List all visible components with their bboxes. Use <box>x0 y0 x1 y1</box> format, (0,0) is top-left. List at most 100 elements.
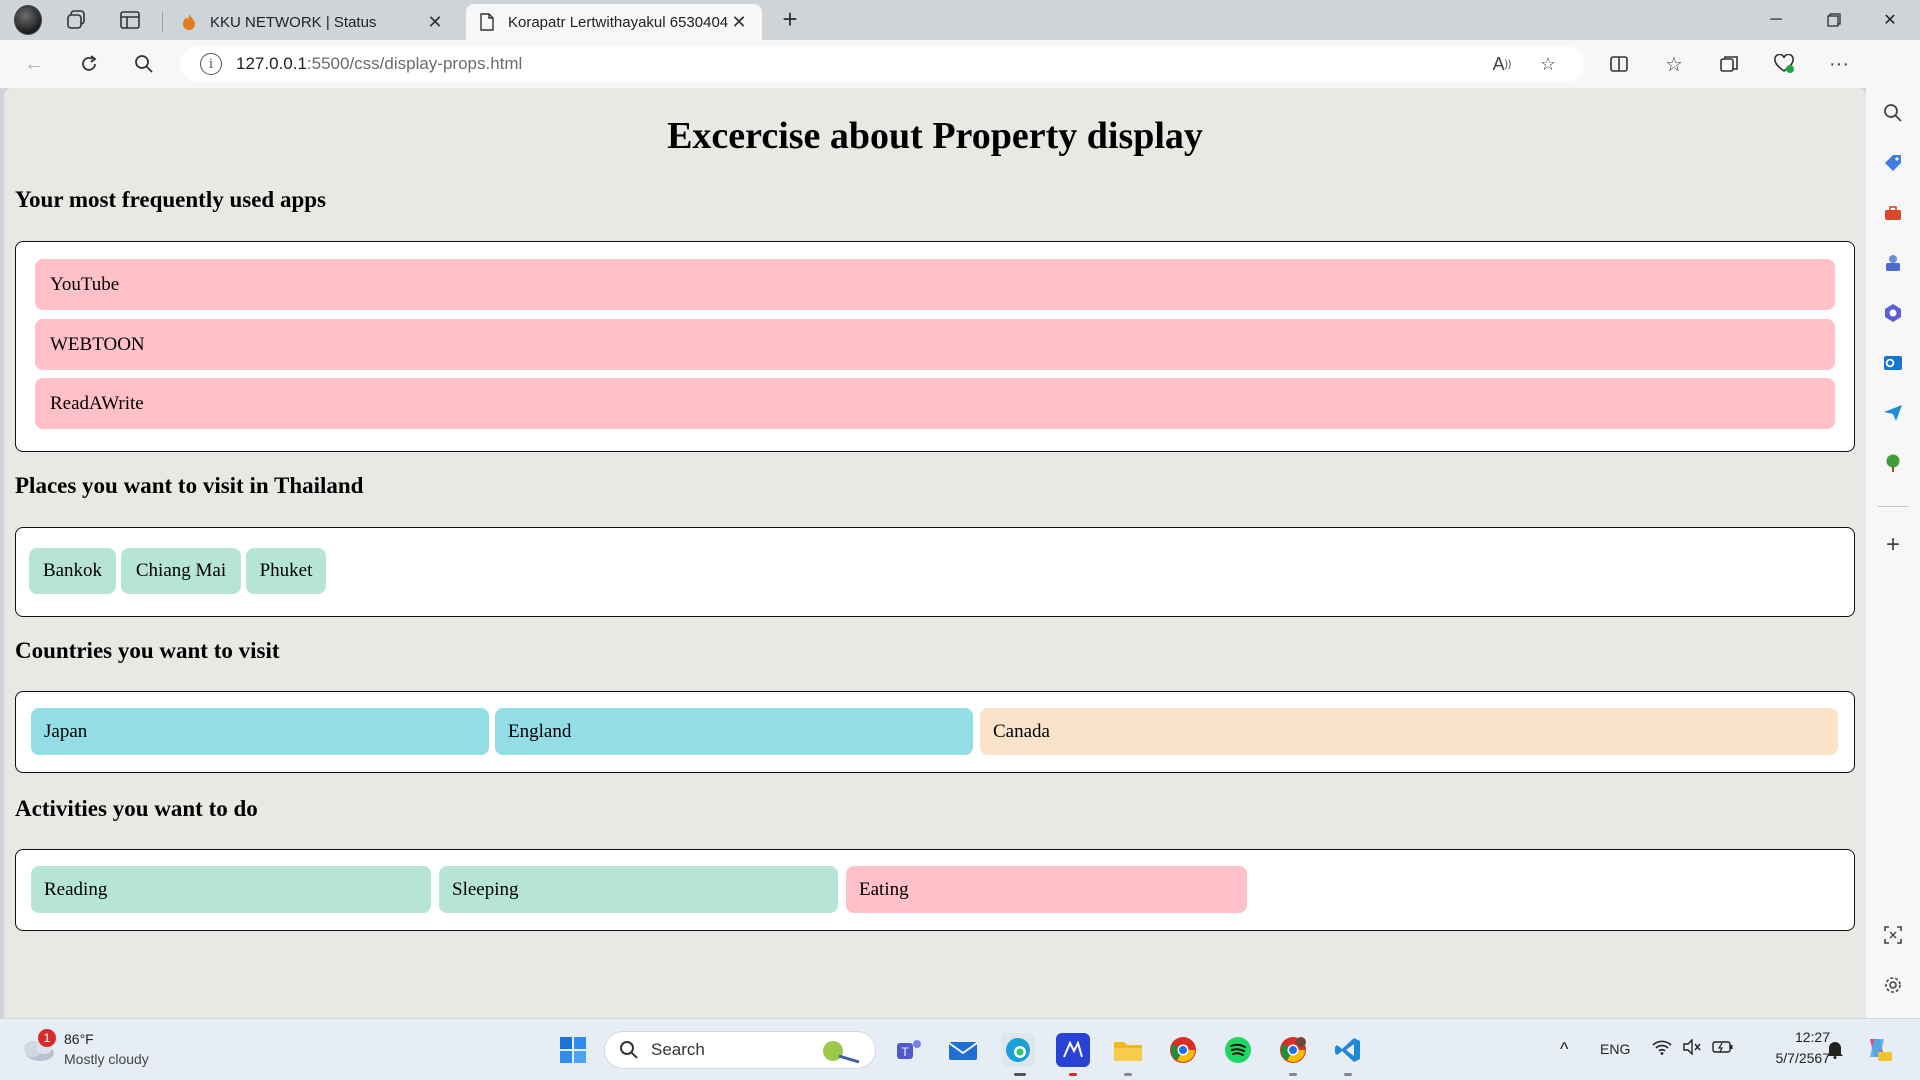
clock-date[interactable]: 5/7/2567 <box>1752 1050 1831 1066</box>
editor-app-icon[interactable] <box>1056 1033 1090 1067</box>
url-host: 127.0.0.1 <box>236 54 307 73</box>
restore-button[interactable] <box>1806 0 1862 40</box>
tree-icon[interactable] <box>1878 448 1908 478</box>
tools-icon[interactable] <box>1878 198 1908 228</box>
navigation-bar: ← i 127.0.0.1:5500/css/display-props.htm… <box>0 40 1920 88</box>
games-icon[interactable] <box>1878 248 1908 278</box>
tab-title: Korapatr Lertwithayakul 6530404 <box>508 13 728 31</box>
tab-separator <box>162 12 163 32</box>
page-viewport: Excercise about Property display Your mo… <box>4 88 1866 1018</box>
list-item: Eating <box>846 866 1247 913</box>
notification-bell-icon[interactable] <box>1826 1039 1844 1062</box>
teams-icon[interactable]: T <box>892 1033 926 1067</box>
spotify-icon[interactable] <box>1221 1033 1255 1067</box>
windows-taskbar: 1 86°F Mostly cloudy Search T ^ ENG 12:2… <box>0 1018 1920 1080</box>
file-explorer-icon[interactable] <box>1111 1033 1145 1067</box>
new-tab-button[interactable]: + <box>776 6 804 34</box>
running-indicator <box>1124 1073 1132 1076</box>
countries-list: Japan England Canada <box>15 691 1855 773</box>
more-options-icon[interactable]: ··· <box>1823 48 1855 80</box>
tab-strip: KKU NETWORK | Status ✕ Korapatr Lertwith… <box>0 0 1920 40</box>
favorite-star-icon[interactable]: ☆ <box>1530 46 1566 82</box>
list-item: Phuket <box>246 548 326 594</box>
outlook-icon[interactable] <box>1878 348 1908 378</box>
search-icon[interactable] <box>128 48 160 80</box>
tab-display-props[interactable]: Korapatr Lertwithayakul 6530404 ✕ <box>466 4 762 40</box>
weather-badge: 1 <box>38 1029 56 1047</box>
shopping-tag-icon[interactable] <box>1878 148 1908 178</box>
volume-muted-icon[interactable] <box>1682 1038 1702 1058</box>
url-path: :5500/css/display-props.html <box>306 54 523 73</box>
send-icon[interactable] <box>1878 398 1908 428</box>
places-list: Bankok Chiang Mai Phuket <box>15 527 1855 617</box>
collections-icon[interactable] <box>1713 48 1745 80</box>
taskbar-search-input[interactable]: Search <box>604 1031 876 1069</box>
windows-start-icon[interactable] <box>556 1033 590 1067</box>
countries-heading: Countries you want to visit <box>15 638 280 663</box>
list-item: Canada <box>980 708 1838 755</box>
minimize-button[interactable]: ─ <box>1748 0 1804 40</box>
avatar <box>14 5 42 35</box>
list-item: Japan <box>31 708 489 755</box>
edge-sidebar: + <box>1866 40 1920 1018</box>
tab-kku-network[interactable]: KKU NETWORK | Status ✕ <box>168 4 458 40</box>
address-bar[interactable]: i 127.0.0.1:5500/css/display-props.html … <box>180 46 1584 82</box>
places-heading: Places you want to visit in Thailand <box>15 473 364 498</box>
search-icon <box>620 1041 638 1059</box>
chrome-icon[interactable] <box>1166 1033 1200 1067</box>
chrome-profile-icon[interactable] <box>1276 1033 1310 1067</box>
browser-essentials-icon[interactable] <box>1768 48 1800 80</box>
chevron-up-icon[interactable]: ^ <box>1560 1039 1568 1060</box>
clock-time[interactable]: 12:27 <box>1758 1029 1830 1045</box>
running-indicator <box>1344 1073 1352 1076</box>
wifi-icon[interactable] <box>1652 1039 1672 1058</box>
vertical-tabs-icon[interactable] <box>116 6 144 34</box>
list-item: Sleeping <box>439 866 838 913</box>
running-indicator <box>1014 1073 1026 1076</box>
copilot-icon[interactable] <box>1864 1035 1892 1066</box>
edge-browser-icon[interactable] <box>1001 1033 1035 1067</box>
battery-icon[interactable] <box>1712 1039 1734 1058</box>
list-item: Bankok <box>29 548 116 594</box>
apps-heading: Your most frequently used apps <box>15 187 326 212</box>
list-item: England <box>495 708 973 755</box>
mail-icon[interactable] <box>946 1033 980 1067</box>
list-item: Reading <box>31 866 431 913</box>
activities-list: Reading Sleeping Eating <box>15 849 1855 931</box>
flame-icon <box>180 13 198 31</box>
running-indicator <box>1289 1073 1297 1076</box>
sidebar-divider <box>1878 506 1908 507</box>
page-title: Excercise about Property display <box>667 115 1203 157</box>
vscode-icon[interactable] <box>1331 1033 1365 1067</box>
list-item: WEBTOON <box>35 319 1835 370</box>
refresh-button[interactable] <box>73 48 105 80</box>
site-info-icon[interactable]: i <box>200 53 222 75</box>
close-window-button[interactable]: ✕ <box>1862 0 1918 40</box>
list-item: ReadAWrite <box>35 378 1835 429</box>
search-placeholder: Search <box>651 1040 705 1059</box>
tab-title: KKU NETWORK | Status <box>210 13 377 31</box>
apps-list: YouTube WEBTOON ReadAWrite <box>15 241 1855 452</box>
back-button[interactable]: ← <box>18 48 50 80</box>
screenshot-icon[interactable] <box>1878 920 1908 950</box>
list-item: YouTube <box>35 259 1835 310</box>
split-screen-icon[interactable] <box>1603 48 1635 80</box>
search-highlight-icon <box>823 1041 860 1064</box>
activities-heading: Activities you want to do <box>15 796 258 821</box>
language-indicator[interactable]: ENG <box>1600 1041 1630 1057</box>
profile-avatar[interactable] <box>14 5 42 35</box>
close-tab-icon[interactable]: ✕ <box>728 12 750 33</box>
read-aloud-icon[interactable]: A)) <box>1484 46 1520 82</box>
search-icon[interactable] <box>1878 98 1908 128</box>
weather-description: Mostly cloudy <box>64 1051 149 1067</box>
favorites-icon[interactable]: ☆ <box>1658 48 1690 80</box>
running-indicator <box>1069 1073 1077 1076</box>
close-tab-icon[interactable]: ✕ <box>424 12 446 33</box>
document-icon <box>478 13 496 31</box>
settings-gear-icon[interactable] <box>1878 970 1908 1000</box>
workspaces-icon[interactable] <box>62 6 90 34</box>
svg-text:T: T <box>901 1045 909 1059</box>
microsoft-365-icon[interactable] <box>1878 298 1908 328</box>
add-icon[interactable]: + <box>1878 530 1908 560</box>
list-item: Chiang Mai <box>121 548 241 594</box>
